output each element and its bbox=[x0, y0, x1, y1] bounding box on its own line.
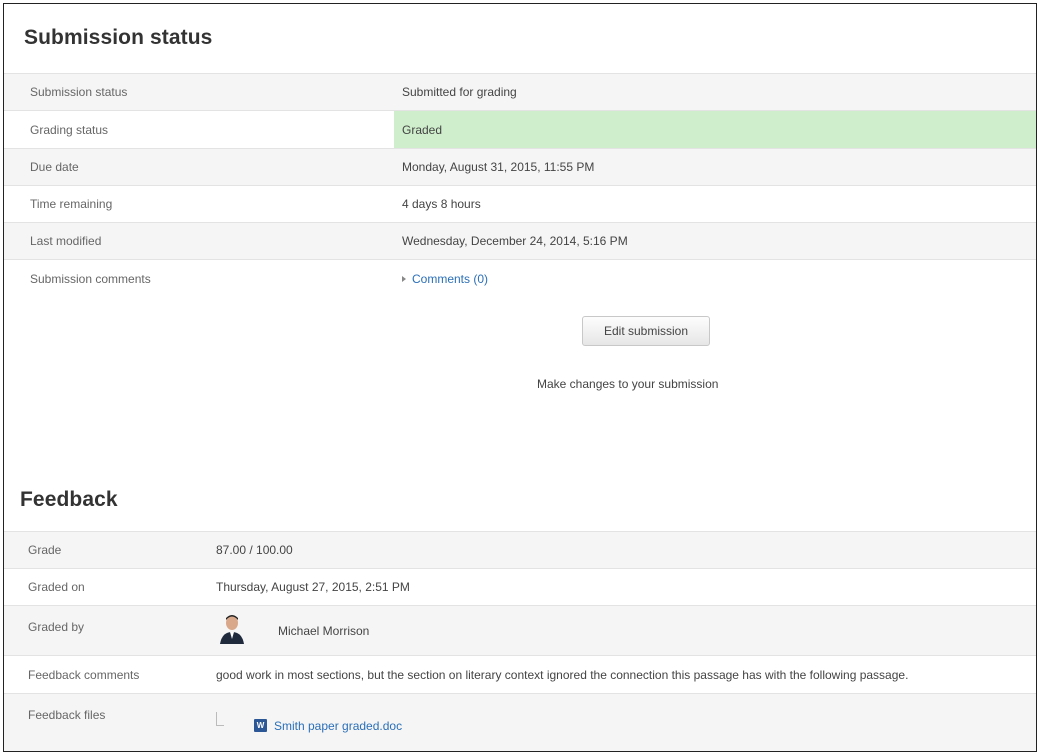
table-row: Feedback comments good work in most sect… bbox=[4, 655, 1036, 693]
row-label: Due date bbox=[30, 160, 79, 174]
comments-toggle-link[interactable]: Comments (0) bbox=[402, 272, 488, 286]
table-row: Submission status Submitted for grading bbox=[4, 73, 1036, 110]
row-label: Feedback files bbox=[28, 708, 106, 722]
table-row: Due date Monday, August 31, 2015, 11:55 … bbox=[4, 148, 1036, 185]
feedback-comment-text: good work in most sections, but the sect… bbox=[216, 667, 909, 682]
row-value: Monday, August 31, 2015, 11:55 PM bbox=[402, 160, 595, 174]
user-avatar-icon bbox=[216, 611, 248, 644]
row-label: Time remaining bbox=[30, 197, 113, 211]
edit-submission-button[interactable]: Edit submission bbox=[582, 316, 710, 346]
row-value: Wednesday, December 24, 2014, 5:16 PM bbox=[402, 234, 628, 248]
row-label: Submission comments bbox=[30, 271, 151, 286]
table-row: Feedback files W Smith paper graded.doc bbox=[4, 693, 1036, 751]
row-label: Grade bbox=[28, 543, 62, 557]
word-doc-icon: W bbox=[254, 719, 267, 732]
table-row: Time remaining 4 days 8 hours bbox=[4, 185, 1036, 222]
grade-value: 87.00 / 100.00 bbox=[216, 543, 293, 557]
row-value: Submitted for grading bbox=[402, 85, 517, 99]
row-label: Feedback comments bbox=[28, 667, 140, 682]
row-label: Submission status bbox=[30, 85, 128, 99]
submission-status-heading: Submission status bbox=[24, 26, 213, 49]
grading-status-badge: Graded bbox=[394, 111, 1036, 148]
grader-value: Michael Morrison bbox=[216, 606, 369, 655]
comments-link-label: Comments (0) bbox=[412, 271, 489, 286]
feedback-files-value: W Smith paper graded.doc bbox=[216, 694, 402, 751]
edit-submission-help: Make changes to your submission bbox=[537, 377, 719, 391]
row-value: Thursday, August 27, 2015, 2:51 PM bbox=[216, 580, 410, 594]
feedback-heading: Feedback bbox=[20, 488, 118, 511]
table-row: Grading status Graded bbox=[4, 110, 1036, 148]
row-label: Graded on bbox=[28, 580, 85, 594]
page-frame: Submission status Submission status Subm… bbox=[3, 3, 1037, 752]
feedback-file-link[interactable]: Smith paper graded.doc bbox=[274, 719, 402, 733]
table-row: Graded on Thursday, August 27, 2015, 2:5… bbox=[4, 568, 1036, 605]
table-row: Grade 87.00 / 100.00 bbox=[4, 531, 1036, 568]
table-row: Last modified Wednesday, December 24, 20… bbox=[4, 222, 1036, 259]
table-row: Submission comments Comments (0) bbox=[4, 259, 1036, 297]
grader-name: Michael Morrison bbox=[278, 623, 370, 638]
submission-comments-value: Comments (0) bbox=[402, 260, 488, 297]
row-label: Graded by bbox=[28, 620, 85, 634]
row-label: Grading status bbox=[30, 122, 109, 137]
table-row: Graded by Michael Morrison bbox=[4, 605, 1036, 655]
row-label: Last modified bbox=[30, 234, 102, 248]
tree-connector bbox=[216, 711, 224, 726]
triangle-right-icon bbox=[402, 275, 406, 282]
row-value: 4 days 8 hours bbox=[402, 197, 481, 211]
